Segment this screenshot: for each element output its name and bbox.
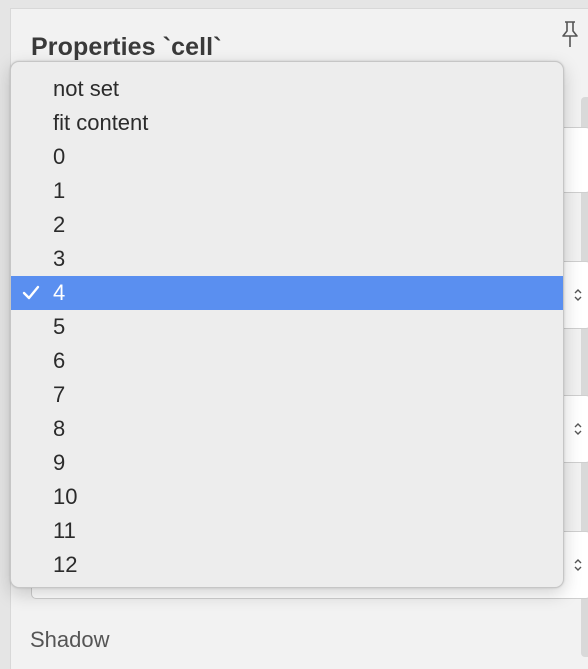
menu-item-label: 2 [53, 212, 66, 237]
checkmark-icon [22, 285, 40, 300]
menu-item-label: fit content [53, 110, 149, 135]
menu-item[interactable]: 6 [11, 344, 563, 378]
menu-item-label: 5 [53, 314, 66, 339]
shadow-label: Shadow [30, 627, 110, 652]
menu-item-label: 11 [53, 518, 76, 543]
menu-item-label: 4 [53, 280, 66, 305]
menu-item[interactable]: 9 [11, 446, 563, 480]
dropdown-menu[interactable]: not set fit content 0 1 2 3 4 5 6 7 8 9 10 11 12 [10, 61, 564, 588]
menu-item-label: 8 [53, 416, 66, 441]
menu-item-label: 10 [53, 484, 78, 509]
menu-item-label: 6 [53, 348, 66, 373]
menu-item[interactable]: 5 [11, 310, 563, 344]
menu-item[interactable]: 0 [11, 140, 563, 174]
menu-item[interactable]: 10 [11, 480, 563, 514]
menu-item[interactable]: 2 [11, 208, 563, 242]
menu-item-label: 3 [53, 246, 66, 271]
menu-item[interactable]: 3 [11, 242, 563, 276]
menu-item-label: 12 [53, 552, 78, 577]
up-down-stepper-icon [574, 559, 582, 571]
menu-item[interactable]: 12 [11, 548, 563, 582]
up-down-stepper-icon [574, 423, 582, 435]
menu-item[interactable]: 8 [11, 412, 563, 446]
menu-item[interactable]: 1 [11, 174, 563, 208]
up-down-stepper-icon [574, 289, 582, 301]
menu-item-label: 0 [53, 144, 66, 169]
menu-item[interactable]: 7 [11, 378, 563, 412]
menu-item[interactable]: 11 [11, 514, 563, 548]
menu-item[interactable]: 4 [11, 276, 563, 310]
menu-item-label: 9 [53, 450, 66, 475]
menu-item[interactable]: fit content [11, 106, 563, 140]
menu-item-label: not set [53, 76, 120, 101]
pin-icon[interactable] [559, 19, 581, 49]
panel-title: Properties `cell` [31, 33, 222, 61]
menu-item[interactable]: not set [11, 72, 563, 106]
menu-item-label: 7 [53, 382, 66, 407]
menu-item-label: 1 [53, 178, 66, 203]
